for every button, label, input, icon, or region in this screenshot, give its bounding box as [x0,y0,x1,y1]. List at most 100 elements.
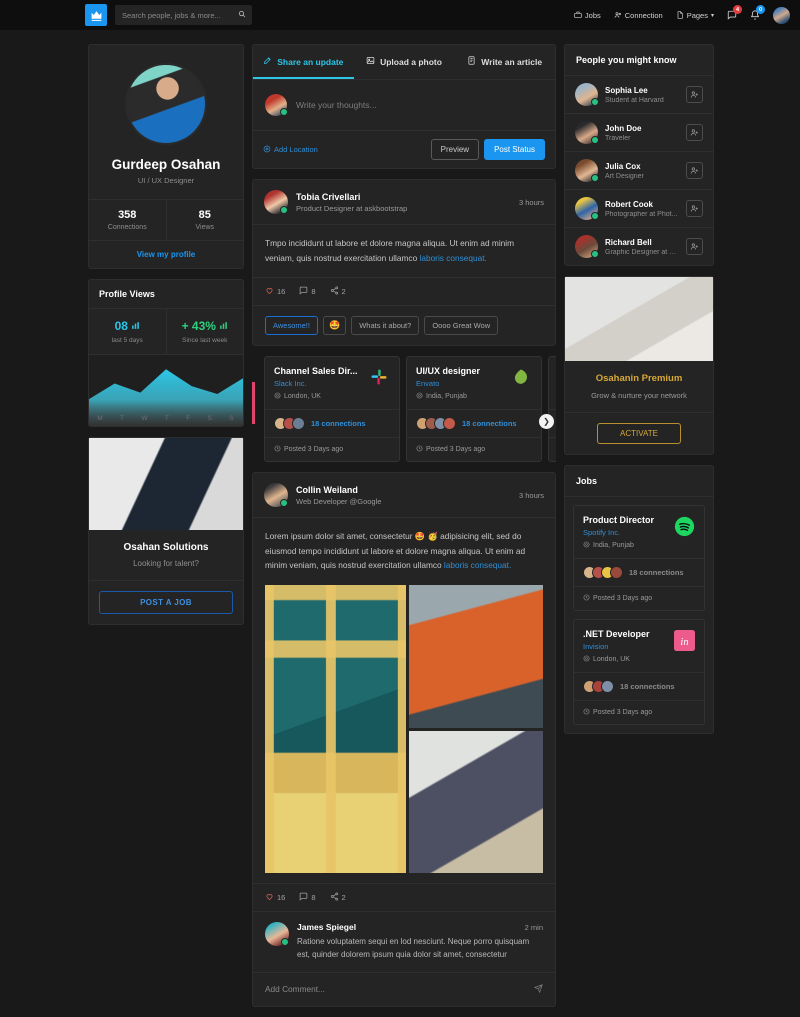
job-connections: 18 connections [574,558,704,586]
chip-oooo-great-wow[interactable]: Oooo Great Wow [424,316,499,336]
comment-text: Ratione voluptatem sequi en lod nesciunt… [297,936,530,960]
person-info: Richard Bell Graphic Designer at En... [605,238,679,256]
add-comment-row [253,971,555,1006]
like-button[interactable]: 16 [265,286,285,297]
search-box[interactable] [115,5,252,25]
job-title: .NET Developer [583,629,650,639]
solutions-image [89,438,243,530]
comment-button[interactable]: 8 [299,892,316,903]
post-a-job-button[interactable]: POST A JOB [99,591,233,614]
list-item[interactable]: Robert Cook Photographer at Phot... [565,189,713,227]
list-item[interactable]: Sophia Lee Student at Harvard [565,75,713,113]
connections-count[interactable]: 18 connections [311,419,366,428]
connection-avatars [416,417,456,431]
connections-count[interactable]: 18 connections [629,568,684,577]
like-count: 16 [277,287,286,297]
post-author-avatar[interactable] [264,190,288,214]
post-stats: 16 8 2 [253,277,555,305]
day-label: F [186,415,192,422]
job-info: Channel Sales Dir... Slack Inc. London, … [274,366,358,401]
composer-avatar [265,94,288,116]
connection-avatars [583,680,614,693]
person-add-icon[interactable] [686,124,703,141]
list-item[interactable]: John Doe Traveler [565,113,713,151]
send-icon[interactable] [533,983,543,995]
post-link[interactable]: laboris consequat. [444,560,511,570]
post-author-avatar[interactable] [264,483,288,508]
job-company: Spotify Inc. [583,528,621,537]
view-profile-link[interactable]: View my profile [89,240,243,268]
premium-title: Osahanin Premium [595,373,683,384]
article-icon [467,56,476,67]
carousel-job-card[interactable]: UI/UX designer Envato India, Punjab 18 c… [406,356,542,463]
stat-value: 85 [198,209,211,221]
location-pin-icon [583,541,590,550]
day-label: T [120,415,125,422]
post-link[interactable]: laboris consequat. [420,253,487,263]
comment-button[interactable]: 8 [299,286,316,297]
share-button[interactable]: 2 [330,286,346,297]
pencil-square-icon [263,56,272,67]
post-author-name: Collin Weiland [296,484,358,495]
nav-link-connection[interactable]: Connection [614,11,663,20]
carousel-next-button[interactable]: ❯ [539,414,554,430]
job-location-label: India, Punjab [593,542,634,549]
avatar[interactable] [773,6,790,24]
list-item[interactable]: Richard Bell Graphic Designer at En... [565,227,713,265]
post-image[interactable] [408,731,543,873]
job-title: Product Director [583,515,655,525]
activate-button[interactable]: ACTIVATE [597,423,681,444]
connections-count[interactable]: 18 connections [620,682,675,691]
job-card[interactable]: .NET Developer Invision London, UK in 18… [573,619,705,725]
add-comment-input[interactable] [265,984,534,995]
tab-write-an-article[interactable]: Write an article [454,45,555,79]
share-button[interactable]: 2 [330,892,346,903]
nav-link-pages[interactable]: Pages ▾ [676,11,714,20]
list-item[interactable]: Julia Cox Art Designer [565,151,713,189]
nav-link-jobs[interactable]: Jobs [574,11,601,20]
person-add-icon[interactable] [686,86,703,103]
messages-button[interactable]: 4 [727,5,742,20]
post-image[interactable] [408,584,543,729]
job-location: London, UK [583,655,650,664]
tab-upload-a-photo[interactable]: Upload a photo [354,45,455,79]
post-author-role: Web Developer @Google [296,496,382,506]
notifications-button[interactable]: 0 [750,5,765,20]
preview-button[interactable]: Preview [430,139,480,160]
chip-whats-it-about[interactable]: Whats it about? [351,316,420,336]
composer-textarea[interactable] [296,100,543,110]
tab-label: Share an update [277,56,344,67]
job-card[interactable]: Product Director Spotify Inc. India, Pun… [573,505,705,611]
person-name: Richard Bell [605,237,652,247]
carousel-job-card[interactable]: .NET Developer Invision London, UK in [548,356,556,463]
comment-icon [299,286,308,297]
post-card: Tobia Crivellari Product Designer at ask… [252,179,556,347]
page-layout: Gurdeep Osahan UI / UX Designer 358 Conn… [0,30,800,1017]
person-add-icon[interactable] [686,162,703,179]
add-location-button[interactable]: Add Location [263,145,318,155]
person-add-icon[interactable] [686,238,703,255]
profile-views-card: Profile Views 08 last 5 days + 43% Since… [88,279,244,427]
post-image[interactable] [265,584,406,873]
crown-icon[interactable] [85,4,107,26]
carousel-job-card[interactable]: Channel Sales Dir... Slack Inc. London, … [264,356,400,463]
metric-value: + 43% [181,319,216,333]
day-label: T [164,415,170,422]
like-button[interactable]: 16 [265,892,285,903]
chip-emoji[interactable]: 🤩 [322,316,347,336]
connections-count[interactable]: 18 connections [462,419,517,428]
search-input[interactable] [122,10,234,20]
job-top: .NET Developer Invision London, UK in [549,357,556,409]
tab-share-an-update[interactable]: Share an update [253,45,354,79]
chip-awesome[interactable]: Awesome!! [265,316,318,336]
nav-link-label: Connection [624,10,663,20]
location-pin-icon [416,392,423,401]
person-add-icon[interactable] [686,200,703,217]
like-count: 16 [277,892,286,902]
post-timestamp: 3 hours [518,197,544,207]
navbar-right: Jobs Connection Pages ▾ 4 0 [574,5,790,24]
post-emojis: 🤩 🥳 [414,531,438,542]
premium-body: Osahanin Premium Grow & nurture your net… [565,361,713,412]
comment-avatar[interactable] [265,921,289,946]
post-status-button[interactable]: Post Status [484,139,545,160]
